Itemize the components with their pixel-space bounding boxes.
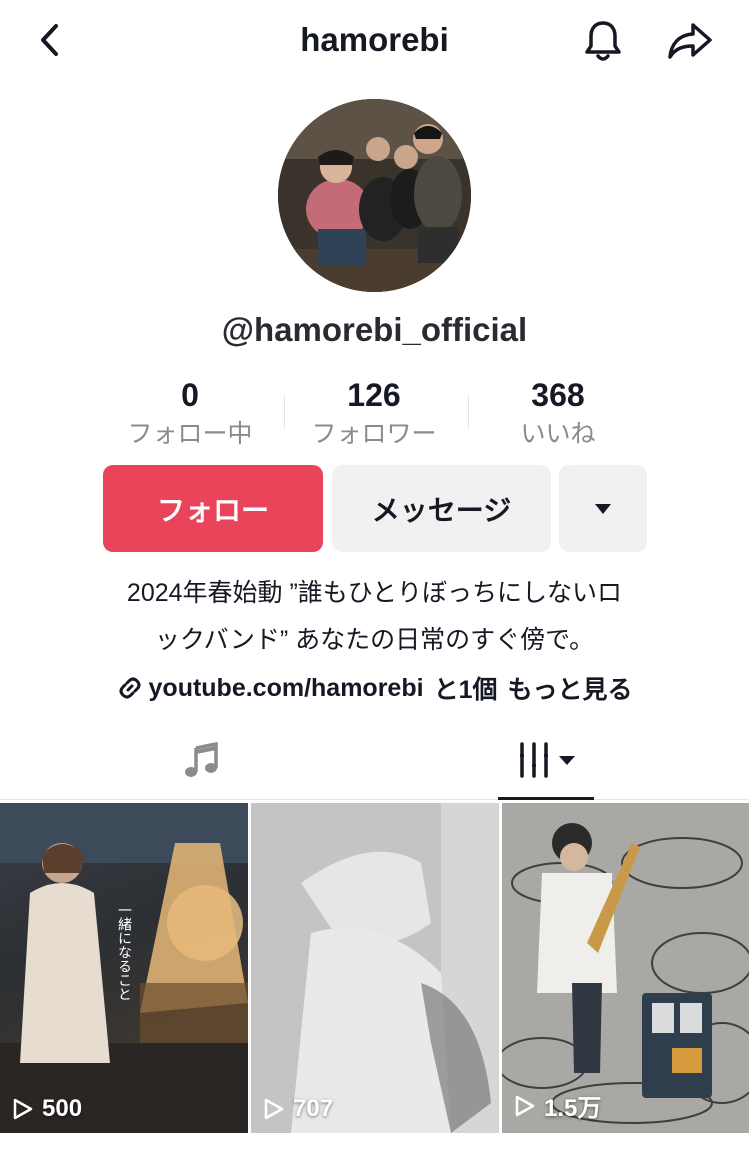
music-note-icon — [185, 741, 218, 777]
content-tabs — [0, 720, 749, 800]
view-count: 1.5万 — [514, 1088, 601, 1123]
stat-likes-value: 368 — [531, 377, 585, 413]
tab-videos[interactable] — [517, 738, 581, 782]
video-overlay-text: 一緒になること — [117, 903, 133, 1001]
grid-icon — [520, 742, 575, 778]
video-thumbnail-image — [502, 803, 749, 1133]
bio-line: 2024年春始動 ”誰もひとりぼっちにしないロ — [126, 579, 623, 607]
play-icon — [13, 1098, 33, 1120]
stat-followers-label: フォロワー — [311, 420, 437, 448]
notification-button[interactable] — [578, 16, 628, 66]
profile-stats: 0 フォロー中 126 フォロワー 368 いいね — [90, 374, 650, 454]
link-icon — [119, 677, 141, 699]
share-button[interactable] — [664, 16, 716, 66]
active-tab-indicator — [498, 797, 594, 800]
profile-handle: @hamorebi_official — [221, 311, 528, 348]
band-photo-image — [278, 99, 471, 292]
see-more-link[interactable]: もっと見る — [507, 670, 632, 706]
video-thumbnail-image — [251, 803, 499, 1133]
play-icon — [515, 1095, 535, 1116]
video-thumbnail[interactable]: 1.5万 — [502, 803, 749, 1133]
more-options-button[interactable] — [559, 465, 647, 552]
view-count-value: 707 — [293, 1095, 334, 1122]
view-count-value: 1.5万 — [544, 1095, 602, 1122]
stat-followers[interactable]: 126 フォロワー — [279, 374, 469, 452]
page-title: hamorebi — [300, 21, 449, 58]
tab-music[interactable] — [180, 738, 224, 782]
bio-links: youtube.com/hamorebi と1個 もっと見る — [0, 671, 749, 705]
view-count-value: 500 — [42, 1095, 83, 1122]
video-thumbnail[interactable]: 707 — [251, 803, 499, 1133]
stat-following-value: 0 — [181, 377, 199, 413]
view-count: 707 — [263, 1095, 333, 1123]
message-button[interactable]: メッセージ — [332, 465, 551, 552]
stat-likes-label: いいね — [520, 420, 596, 448]
bio-link-text: youtube.com/hamorebi — [148, 673, 424, 702]
avatar[interactable] — [278, 99, 471, 292]
top-bar: hamorebi — [0, 0, 749, 80]
view-count: 500 — [12, 1095, 82, 1123]
share-arrow-icon — [668, 23, 712, 59]
stat-followers-value: 126 — [347, 377, 401, 413]
bio-link-extra[interactable]: と1個 — [434, 670, 498, 706]
bell-icon — [585, 21, 621, 61]
bio-link[interactable]: youtube.com/hamorebi — [117, 674, 424, 703]
caret-down-icon — [595, 503, 611, 514]
video-grid: 一緒になること 500 707 1.5万 — [0, 803, 749, 1133]
play-icon — [264, 1098, 284, 1120]
bio-line: ックバンド” あなたの日常のすぐ傍で。 — [154, 626, 595, 654]
stat-following-label: フォロー中 — [127, 420, 253, 448]
follow-button[interactable]: フォロー — [103, 465, 323, 552]
video-thumbnail[interactable]: 一緒になること 500 — [0, 803, 248, 1133]
stat-likes[interactable]: 368 いいね — [463, 374, 653, 452]
stat-following[interactable]: 0 フォロー中 — [95, 374, 285, 452]
